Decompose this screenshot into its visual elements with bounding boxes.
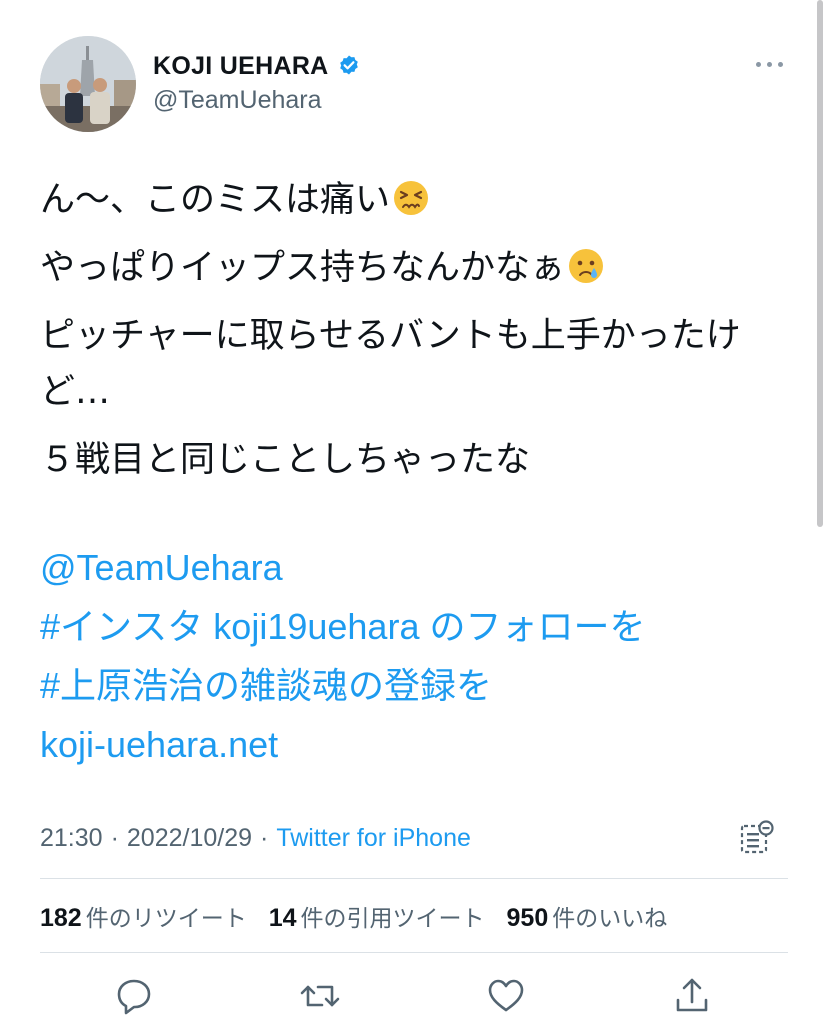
likes-stat[interactable]: 950 件のいいね xyxy=(507,899,668,933)
mention-link[interactable]: @TeamUehara xyxy=(40,538,645,597)
quotes-count: 14 xyxy=(268,904,297,932)
tweet-date[interactable]: 2022/10/29 xyxy=(127,824,252,853)
crying-face-icon xyxy=(567,246,605,284)
quotes-stat[interactable]: 14 件の引用ツイート xyxy=(269,899,485,933)
divider-bottom xyxy=(40,952,788,953)
tweet-line-1-text: ん〜、このミスは痛い xyxy=(40,180,391,220)
tweet-time[interactable]: 21:30 xyxy=(40,824,103,853)
view-activity-icon[interactable] xyxy=(740,820,774,856)
avatar-photo xyxy=(40,36,136,132)
hashtag-instagram-link[interactable]: #インスタ koji19uehara のフォローを xyxy=(40,597,645,656)
author-names: KOJI UEHARA @TeamUehara xyxy=(153,50,361,115)
retweets-stat[interactable]: 182 件のリツイート xyxy=(40,899,247,933)
verified-badge-icon xyxy=(337,54,361,78)
action-bar xyxy=(0,974,828,1018)
meta-separator: · xyxy=(110,823,119,852)
tweet-line-3: ピッチャーに取らせるバントも上手かったけど… xyxy=(40,316,741,412)
tweet-line-4: ５戦目と同じことしちゃったな xyxy=(40,440,531,480)
tweet-line-1: ん〜、このミスは痛い xyxy=(40,172,796,228)
display-name-row: KOJI UEHARA xyxy=(153,50,361,82)
retweets-count: 182 xyxy=(40,904,82,932)
retweets-label: 件のリツイート xyxy=(85,906,247,932)
scrollbar[interactable] xyxy=(817,0,823,527)
display-name[interactable]: KOJI UEHARA xyxy=(153,52,329,81)
meta-separator-2: · xyxy=(260,823,269,852)
avatar[interactable] xyxy=(40,36,136,132)
tweet-text: ん〜、このミスは痛い やっぱりイップス持ちなんかなぁ ピッチャーに取らせるバント… xyxy=(40,172,796,488)
retweet-icon[interactable] xyxy=(298,974,342,1018)
tweet-meta: 21:30 · 2022/10/29 · Twitter for iPhone xyxy=(40,818,788,858)
likes-label: 件のいいね xyxy=(552,906,668,932)
tweet-source[interactable]: Twitter for iPhone xyxy=(276,824,471,853)
tweet-header: KOJI UEHARA @TeamUehara xyxy=(40,36,788,132)
tweet-line-2-text: やっぱりイップス持ちなんかなぁ xyxy=(40,248,566,288)
more-horizontal-icon[interactable] xyxy=(756,56,784,72)
tweet-line-2: やっぱりイップス持ちなんかなぁ xyxy=(40,240,796,296)
share-icon[interactable] xyxy=(670,974,714,1018)
hashtag-zatsudan-link[interactable]: #上原浩治の雑談魂の登録を xyxy=(40,656,645,715)
website-link[interactable]: koji-uehara.net xyxy=(40,715,645,774)
heart-icon[interactable] xyxy=(484,974,528,1018)
reply-icon[interactable] xyxy=(112,974,156,1018)
tweet-links: @TeamUehara #インスタ koji19uehara のフォローを #上… xyxy=(40,538,645,774)
persevering-face-icon xyxy=(392,178,430,216)
quotes-label: 件の引用ツイート xyxy=(300,906,485,932)
author-handle[interactable]: @TeamUehara xyxy=(153,86,361,115)
tweet-stats: 182 件のリツイート 14 件の引用ツイート 950 件のいいね xyxy=(40,896,689,936)
likes-count: 950 xyxy=(506,904,549,932)
divider-top xyxy=(40,878,788,879)
